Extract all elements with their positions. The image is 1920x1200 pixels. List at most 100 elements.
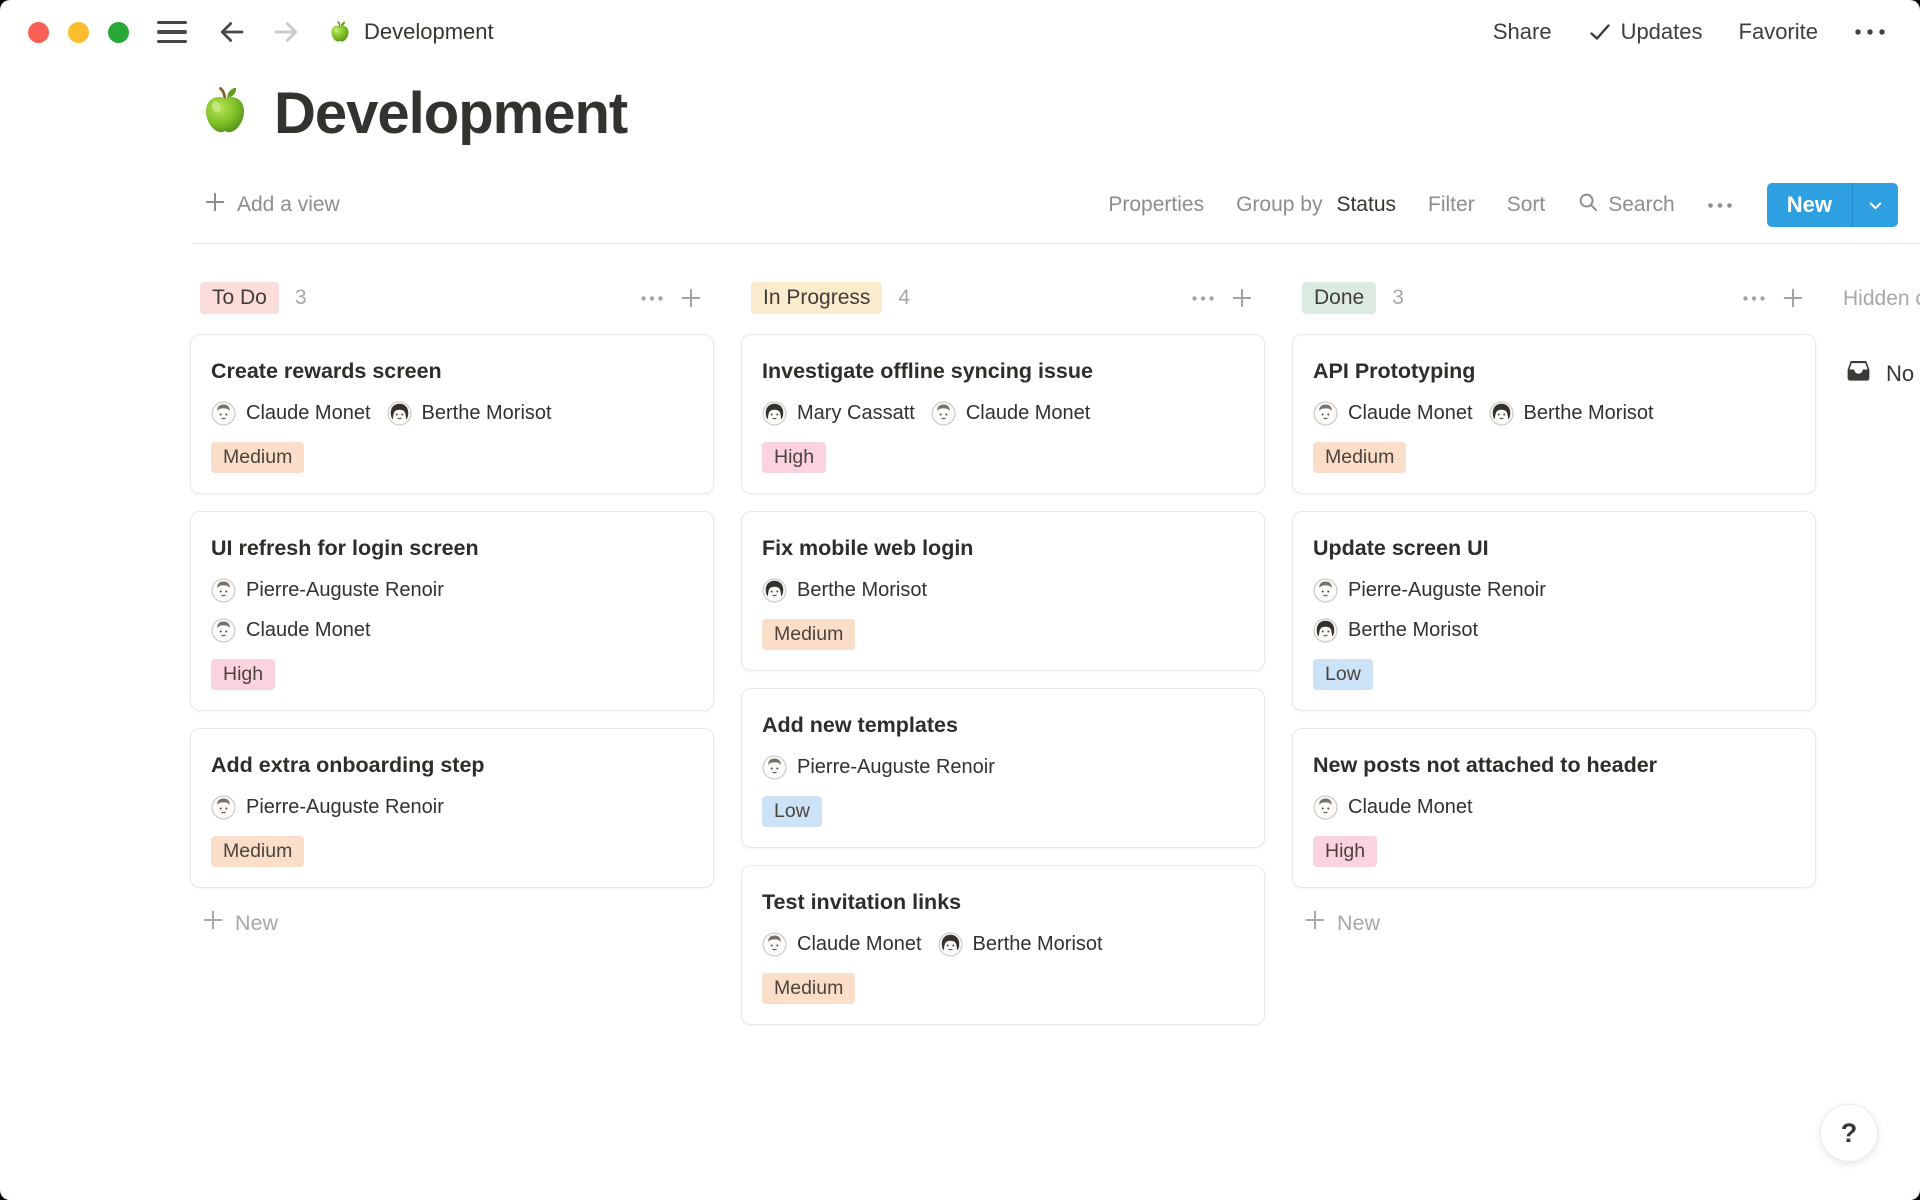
column-header: To Do 3 <box>190 280 714 316</box>
column-count: 3 <box>295 286 307 310</box>
assignee-name: Berthe Morisot <box>422 402 552 425</box>
zoom-window-button[interactable] <box>108 22 129 43</box>
assignee-name: Pierre-Auguste Renoir <box>1348 579 1546 602</box>
assignee-name: Berthe Morisot <box>973 933 1103 956</box>
card[interactable]: Fix mobile web loginBerthe MorisotMedium <box>741 511 1265 671</box>
group-by-button[interactable]: Group byStatus <box>1236 193 1396 217</box>
breadcrumb-title: Development <box>364 19 494 45</box>
priority-badge: Medium <box>762 619 855 650</box>
priority-badge: Medium <box>1313 442 1406 473</box>
card-title: Test invitation links <box>762 887 1244 917</box>
column-new-label: New <box>235 911 278 936</box>
assignee-name: Berthe Morisot <box>797 579 927 602</box>
filter-button[interactable]: Filter <box>1428 193 1475 217</box>
favorite-label: Favorite <box>1739 19 1818 45</box>
column-count: 3 <box>1392 286 1404 310</box>
breadcrumb[interactable]: Development <box>327 19 494 45</box>
properties-button[interactable]: Properties <box>1108 193 1204 217</box>
card[interactable]: Test invitation links Claude Monet Berthe … <box>741 865 1265 1025</box>
assignee: Berthe Morisot <box>387 401 552 426</box>
hidden-group-no-status[interactable]: No Status <box>1843 355 1920 392</box>
column-status-pill[interactable]: In Progress <box>751 282 882 314</box>
assignee-name: Mary Cassatt <box>797 402 915 425</box>
card-title: Add new templates <box>762 710 1244 740</box>
add-view-label: Add a view <box>237 193 340 217</box>
more-options-icon[interactable] <box>1854 28 1886 36</box>
updates-button[interactable]: Updates <box>1588 19 1703 45</box>
priority-badge: High <box>211 659 275 690</box>
card[interactable]: Add extra onboarding stepPierre-Auguste … <box>190 728 714 888</box>
priority-badge: High <box>762 442 826 473</box>
assignee-name: Claude Monet <box>246 402 371 425</box>
avatar <box>762 401 787 426</box>
card[interactable]: Add new templatesPierre-Auguste RenoirLo… <box>741 688 1265 848</box>
avatar <box>211 578 236 603</box>
card-title: Create rewards screen <box>211 356 693 386</box>
column-add-icon[interactable] <box>1782 287 1804 309</box>
card[interactable]: UI refresh for login screenPierre-August… <box>190 511 714 711</box>
minimize-window-button[interactable] <box>68 22 89 43</box>
assignee-name: Pierre-Auguste Renoir <box>797 756 995 779</box>
column-count: 4 <box>898 286 910 310</box>
column-new-button[interactable]: New <box>1304 909 1816 937</box>
assignee: Claude Monet <box>211 618 371 643</box>
priority-badge: Medium <box>211 836 304 867</box>
column-add-icon[interactable] <box>680 287 702 309</box>
column-more-icon[interactable] <box>1742 295 1766 302</box>
column-more-icon[interactable] <box>640 295 664 302</box>
view-more-icon[interactable] <box>1707 202 1733 209</box>
priority-badge: Low <box>1313 659 1373 690</box>
avatar <box>931 401 956 426</box>
chevron-down-icon[interactable] <box>1853 183 1898 227</box>
hidden-columns-section: Hidden columns No Status <box>1843 280 1920 392</box>
card[interactable]: Create rewards screen Claude Monet Berthe … <box>190 334 714 494</box>
board-column-todo: To Do 3 Create rewards screen Claude Monet B… <box>190 280 714 937</box>
help-button[interactable]: ? <box>1820 1104 1878 1162</box>
favorite-button[interactable]: Favorite <box>1739 19 1818 45</box>
assignee: Claude Monet <box>931 401 1091 426</box>
assignee: Claude Monet <box>762 932 922 957</box>
share-button[interactable]: Share <box>1493 19 1552 45</box>
forward-arrow-icon[interactable] <box>271 17 301 47</box>
assignee-name: Claude Monet <box>797 933 922 956</box>
card[interactable]: API PrototypingClaude MonetBerthe Moriso… <box>1292 334 1816 494</box>
assignee: Berthe Morisot <box>1313 618 1478 643</box>
card[interactable]: Update screen UI Pierre-Auguste Renoir Ber… <box>1292 511 1816 711</box>
page-icon-green-apple[interactable] <box>196 82 254 145</box>
priority-badge: Medium <box>762 973 855 1004</box>
card-title: Add extra onboarding step <box>211 750 693 780</box>
assignee-name: Claude Monet <box>1348 796 1473 819</box>
check-icon <box>1588 20 1612 44</box>
assignee: Mary Cassatt <box>762 401 915 426</box>
avatar <box>1313 578 1338 603</box>
card-title: Update screen UI <box>1313 533 1795 563</box>
sidebar-menu-icon[interactable] <box>157 21 187 43</box>
card[interactable]: New posts not attached to headerClaude M… <box>1292 728 1816 888</box>
plus-icon <box>204 191 226 219</box>
assignee-name: Berthe Morisot <box>1524 402 1654 425</box>
search-button[interactable]: Search <box>1577 191 1675 220</box>
card[interactable]: Investigate offline syncing issueMary Ca… <box>741 334 1265 494</box>
column-more-icon[interactable] <box>1191 295 1215 302</box>
search-label: Search <box>1608 193 1675 217</box>
column-new-button[interactable]: New <box>202 909 714 937</box>
priority-badge: High <box>1313 836 1377 867</box>
avatar <box>762 755 787 780</box>
avatar <box>1489 401 1514 426</box>
new-button[interactable]: New <box>1767 183 1898 227</box>
new-button-label: New <box>1767 183 1852 227</box>
avatar <box>762 932 787 957</box>
board-column-inprogress: In Progress 4 Investigate offline syncing … <box>741 280 1265 1025</box>
close-window-button[interactable] <box>28 22 49 43</box>
column-status-pill[interactable]: To Do <box>200 282 279 314</box>
assignee: Berthe Morisot <box>938 932 1103 957</box>
column-add-icon[interactable] <box>1231 287 1253 309</box>
page-title: Development <box>274 80 627 147</box>
avatar <box>211 401 236 426</box>
add-view-button[interactable]: Add a view <box>204 191 340 219</box>
avatar <box>1313 401 1338 426</box>
sort-button[interactable]: Sort <box>1507 193 1546 217</box>
avatar <box>1313 795 1338 820</box>
back-arrow-icon[interactable] <box>217 17 247 47</box>
column-status-pill[interactable]: Done <box>1302 282 1376 314</box>
